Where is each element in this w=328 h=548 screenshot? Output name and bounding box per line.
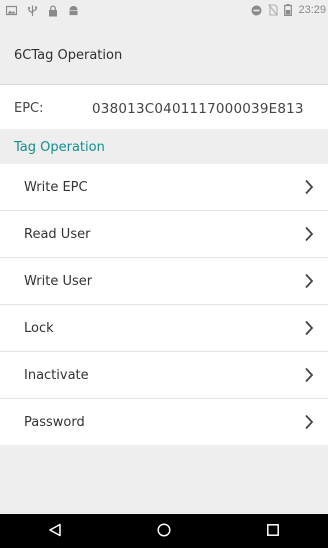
menu-item-label: Write EPC xyxy=(24,179,88,195)
back-button[interactable] xyxy=(25,514,85,548)
recents-icon xyxy=(266,522,280,541)
menu-item-password[interactable]: Password xyxy=(0,399,328,445)
menu-item-inactivate[interactable]: Inactivate xyxy=(0,352,328,399)
home-icon xyxy=(157,522,171,541)
status-left-icons xyxy=(6,5,79,17)
no-sim-icon xyxy=(268,4,279,16)
chevron-right-icon xyxy=(304,320,314,340)
section-title: Tag Operation xyxy=(14,140,105,155)
usb-icon xyxy=(27,5,38,17)
chevron-right-icon xyxy=(304,367,314,387)
epc-label: EPC: xyxy=(14,101,44,116)
app-bar: 6CTag Operation xyxy=(0,24,328,85)
menu-item-label: Password xyxy=(24,414,85,430)
android-icon xyxy=(68,5,79,17)
chevron-right-icon xyxy=(304,226,314,246)
status-time: 23:29 xyxy=(298,4,326,16)
menu-item-label: Inactivate xyxy=(24,367,89,383)
lock-icon xyxy=(48,5,58,17)
status-bar: 23:29 xyxy=(0,0,328,24)
recents-button[interactable] xyxy=(243,514,303,548)
epc-value: 038013C0401117000039E813 xyxy=(92,101,304,117)
battery-icon xyxy=(284,4,293,16)
status-right-icons: 23:29 xyxy=(251,4,326,16)
menu-item-lock[interactable]: Lock xyxy=(0,305,328,352)
menu-item-write-user[interactable]: Write User xyxy=(0,258,328,305)
page-title: 6CTag Operation xyxy=(14,48,123,63)
tag-operation-menu: Write EPC Read User Write User Lock Inac… xyxy=(0,164,328,445)
menu-item-label: Lock xyxy=(24,320,54,336)
home-button[interactable] xyxy=(134,514,194,548)
menu-item-label: Read User xyxy=(24,226,91,242)
chevron-right-icon xyxy=(304,179,314,199)
navigation-bar xyxy=(0,514,328,548)
chevron-right-icon xyxy=(304,273,314,293)
menu-item-label: Write User xyxy=(24,273,93,289)
epc-row: EPC: 038013C0401117000039E813 xyxy=(0,85,328,129)
menu-item-write-epc[interactable]: Write EPC xyxy=(0,164,328,211)
do-not-disturb-icon xyxy=(251,5,262,16)
photo-icon xyxy=(6,5,17,17)
menu-item-read-user[interactable]: Read User xyxy=(0,211,328,258)
chevron-right-icon xyxy=(304,414,314,434)
back-icon xyxy=(48,522,62,541)
